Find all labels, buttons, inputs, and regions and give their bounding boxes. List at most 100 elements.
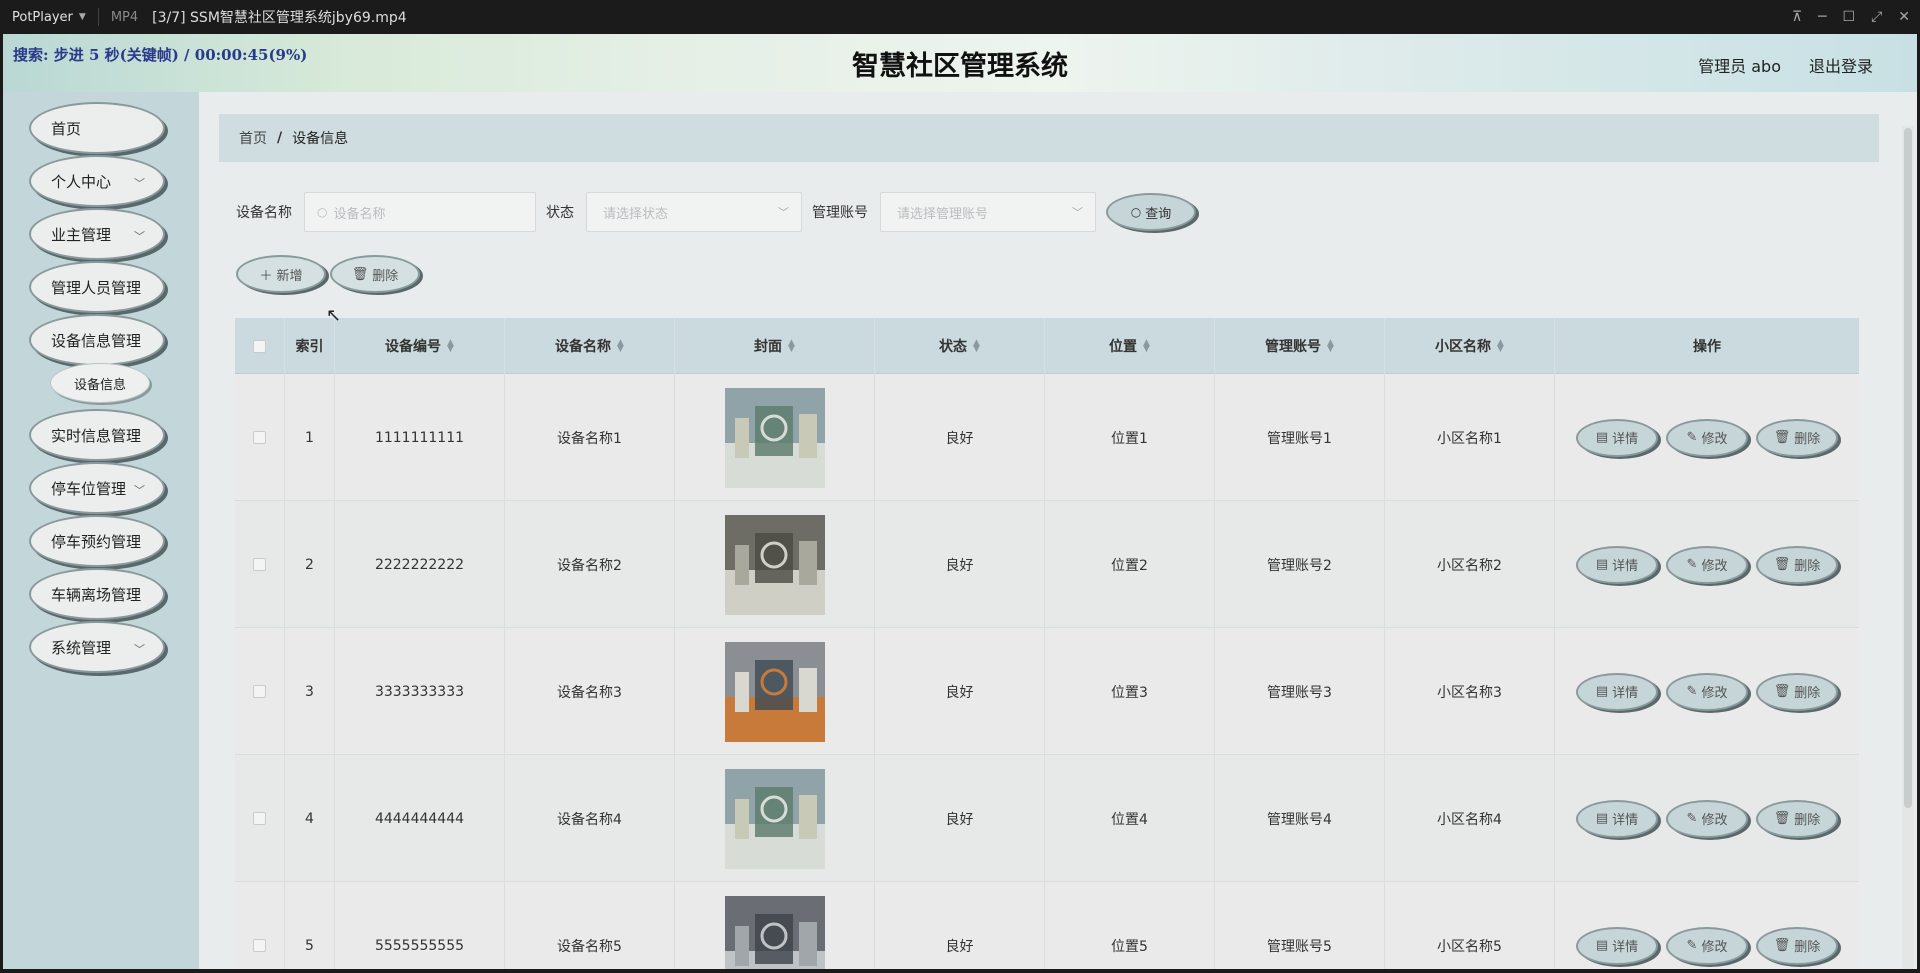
select-all-checkbox[interactable] (253, 339, 266, 353)
sidebar-item[interactable]: 业主管理 ﹀ (29, 208, 165, 260)
delete-button[interactable]: 🗑 删除 (1756, 545, 1838, 584)
sidebar-item[interactable]: 车辆离场管理 (29, 568, 165, 620)
col-actions: 操作 (1555, 318, 1859, 374)
scrollbar-thumb[interactable] (1904, 128, 1912, 808)
row-checkbox[interactable] (253, 939, 266, 952)
sidebar-item[interactable]: 系统管理 ﹀ (29, 621, 165, 673)
account-select[interactable]: 请选择管理账号 ﹀ (880, 192, 1096, 232)
cover-image (724, 514, 825, 615)
status-select[interactable]: 请选择状态 ﹀ (586, 192, 802, 232)
sidebar-item[interactable]: 首页 (29, 102, 165, 154)
delete-button-label: 删除 (1794, 940, 1821, 955)
sort-icon[interactable]: ▲ ▼ (788, 339, 795, 354)
row-checkbox[interactable] (253, 558, 266, 571)
col-code[interactable]: 设备编号 ▲ ▼ (335, 318, 505, 374)
divider (97, 8, 99, 26)
edit-button[interactable]: ✎ 修改 (1666, 926, 1748, 965)
batch-delete-label: 删除 (372, 268, 399, 284)
row-checkbox[interactable] (253, 685, 266, 698)
fullscreen-icon[interactable]: ⤢ (1871, 9, 1882, 25)
sort-icon[interactable]: ▲ ▼ (1497, 339, 1504, 354)
sort-icon[interactable]: ▲ ▼ (447, 339, 454, 354)
sidebar-item-label: 首页 (51, 119, 82, 138)
status-placeholder: 请选择状态 (603, 206, 669, 222)
row-cover-cell (675, 882, 875, 969)
delete-button[interactable]: 🗑 删除 (1756, 672, 1838, 711)
sidebar-item[interactable]: 个人中心 ﹀ (29, 155, 165, 207)
maximize-icon[interactable]: ☐ (1843, 9, 1856, 25)
col-location-label: 位置 (1109, 339, 1138, 355)
col-name[interactable]: 设备名称 ▲ ▼ (505, 318, 675, 374)
row-code: 3333333333 (335, 628, 505, 755)
col-cover[interactable]: 封面 ▲ ▼ (675, 318, 875, 374)
row-status: 良好 (875, 628, 1045, 755)
batch-delete-button[interactable]: 🗑 删除 (330, 255, 420, 293)
chevron-down-icon: ﹀ (134, 177, 145, 190)
detail-button[interactable]: ▤ 详情 (1576, 672, 1658, 711)
sort-icon[interactable]: ▲ ▼ (1143, 339, 1150, 354)
pin-icon[interactable]: ⊼ (1792, 9, 1802, 25)
page-scrollbar[interactable] (1902, 126, 1914, 969)
row-account: 管理账号3 (1215, 628, 1385, 755)
detail-button[interactable]: ▤ 详情 (1576, 418, 1658, 457)
row-actions: ▤ 详情 ✎ 修改 🗑 删除 (1555, 501, 1859, 628)
sidebar-item[interactable]: 实时信息管理 (29, 409, 165, 461)
cover-image (724, 768, 825, 869)
edit-button[interactable]: ✎ 修改 (1666, 418, 1748, 457)
close-icon[interactable]: ✕ (1898, 9, 1910, 25)
row-checkbox[interactable] (253, 812, 266, 825)
row-status: 良好 (875, 374, 1045, 501)
logout-link[interactable]: 退出登录 (1809, 53, 1873, 77)
sidebar: 首页 个人中心 ﹀ 业主管理 ﹀ 管理人员管理 设备信息管理 实时信息管理 停车位管理 ﹀ 停车预约… (3, 92, 199, 969)
table-body: 1 1111111111 设备名称1 良好 位置1 管理账号1 小区名称1 ▤ 详… (235, 374, 1859, 969)
sidebar-item-label: 管理人员管理 (51, 278, 142, 297)
col-location[interactable]: 位置 ▲ ▼ (1045, 318, 1215, 374)
row-index: 3 (285, 628, 335, 755)
detail-button-label: 详情 (1612, 686, 1639, 701)
detail-button[interactable]: ▤ 详情 (1576, 799, 1658, 838)
player-menu[interactable]: PotPlayer ▼ (0, 10, 86, 25)
col-community[interactable]: 小区名称 ▲ ▼ (1385, 318, 1555, 374)
sidebar-item-label: 个人中心 (51, 172, 112, 191)
detail-button[interactable]: ▤ 详情 (1576, 926, 1658, 965)
add-button[interactable]: ＋ 新增 (236, 255, 326, 293)
delete-button[interactable]: 🗑 删除 (1756, 418, 1838, 457)
sidebar-item[interactable]: 设备信息管理 (29, 314, 165, 366)
edit-button[interactable]: ✎ 修改 (1666, 672, 1748, 711)
edit-button[interactable]: ✎ 修改 (1666, 799, 1748, 838)
device-table: 索引 设备编号 ▲ ▼ 设备名称 ▲ ▼ 封面 ▲ ▼ 状态 ▲ ▼ 位置 ▲ ▼ 管理账号 ▲ ▼ 小… (235, 318, 1859, 969)
main-content: 首页 / 设备信息 设备名称 ○ 设备名称 状态 请选择状态 ﹀ 管理账号 请选… (199, 92, 1917, 969)
sidebar-item[interactable]: 停车位管理 ﹀ (29, 462, 165, 514)
sort-icon[interactable]: ▲ ▼ (973, 339, 980, 354)
row-community: 小区名称1 (1385, 374, 1555, 501)
minimize-icon[interactable]: ─ (1818, 9, 1826, 25)
cover-image (724, 641, 825, 742)
query-button[interactable]: ○ 查询 (1106, 193, 1196, 231)
delete-button[interactable]: 🗑 删除 (1756, 799, 1838, 838)
row-checkbox[interactable] (253, 431, 266, 444)
row-select-cell (235, 755, 285, 882)
col-status[interactable]: 状态 ▲ ▼ (875, 318, 1045, 374)
col-account[interactable]: 管理账号 ▲ ▼ (1215, 318, 1385, 374)
device-name-input[interactable]: ○ 设备名称 (304, 192, 536, 232)
edit-button[interactable]: ✎ 修改 (1666, 545, 1748, 584)
sidebar-item-label: 实时信息管理 (51, 426, 142, 445)
delete-button-label: 删除 (1794, 686, 1821, 701)
sort-icon[interactable]: ▲ ▼ (617, 339, 624, 354)
sidebar-item-label: 业主管理 (51, 225, 112, 244)
row-account: 管理账号2 (1215, 501, 1385, 628)
row-actions: ▤ 详情 ✎ 修改 🗑 删除 (1555, 882, 1859, 969)
table-row: 3 3333333333 设备名称3 良好 位置3 管理账号3 小区名称3 ▤ 详… (235, 628, 1859, 755)
sidebar-item[interactable]: 停车预约管理 (29, 515, 165, 567)
detail-button[interactable]: ▤ 详情 (1576, 545, 1658, 584)
sidebar-subitem-device-info[interactable]: 设备信息 (50, 363, 150, 403)
sidebar-item[interactable]: 管理人员管理 (29, 261, 165, 313)
breadcrumb-home[interactable]: 首页 (239, 128, 267, 148)
file-name: [3/7] SSM智慧社区管理系统jby69.mp4 (152, 10, 407, 26)
delete-button[interactable]: 🗑 删除 (1756, 926, 1838, 965)
detail-button-label: 详情 (1612, 940, 1639, 955)
col-name-label: 设备名称 (555, 339, 612, 355)
pencil-icon: ✎ (1686, 430, 1698, 445)
sort-icon[interactable]: ▲ ▼ (1327, 339, 1334, 354)
add-button-label: 新增 (276, 268, 303, 284)
